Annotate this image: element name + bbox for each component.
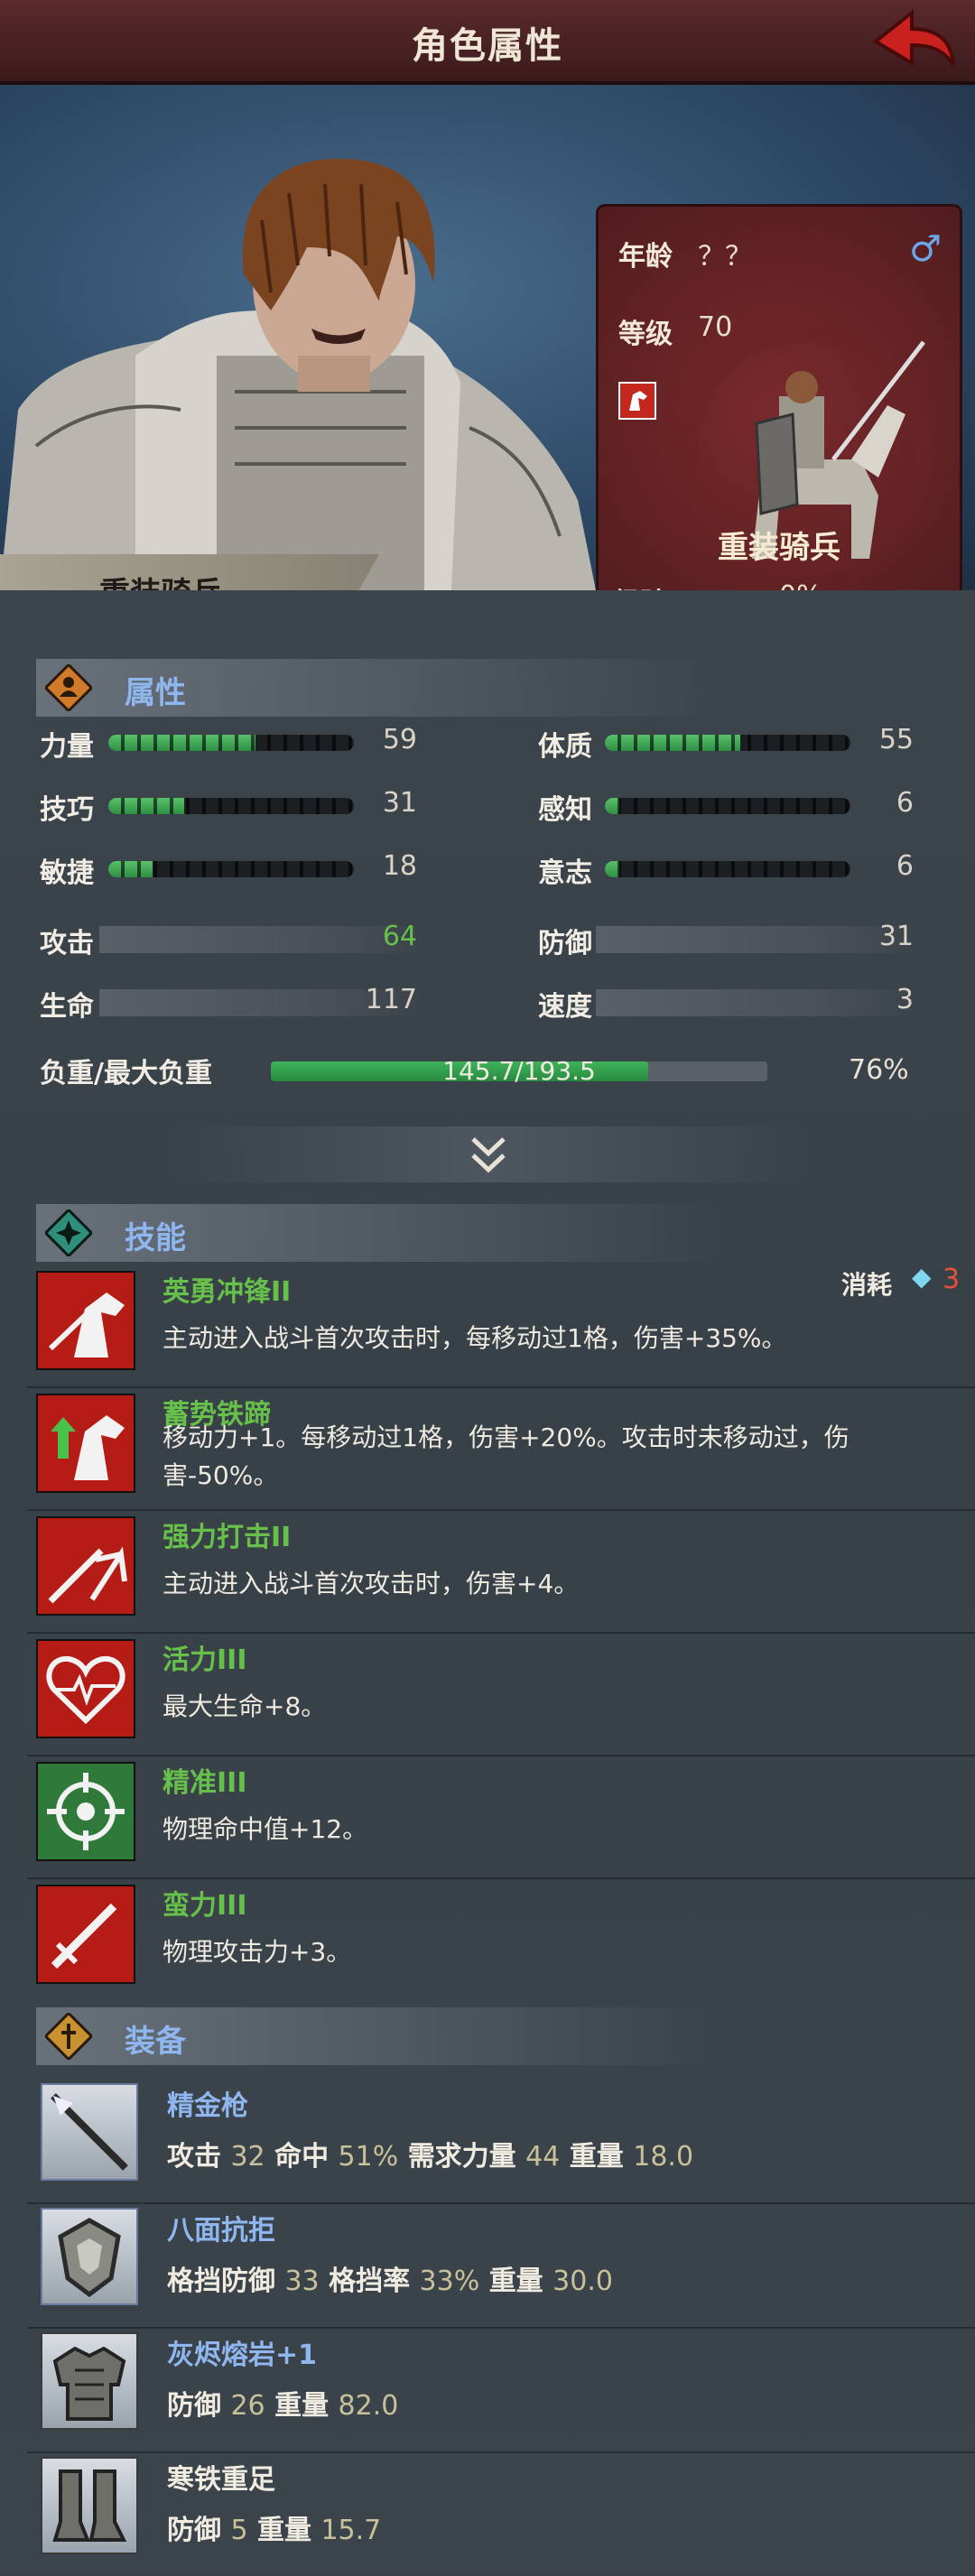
stat-strength-value: 59 xyxy=(382,724,417,755)
equipment-name: 灰烬熔岩+1 xyxy=(167,2340,318,2371)
skill-desc: 主动进入战斗首次攻击时，伤害+4。 xyxy=(162,1569,580,1598)
load-value: 145.7/193.5 xyxy=(442,1056,596,1086)
shield-icon xyxy=(41,2208,138,2305)
stat-constitution-value: 55 xyxy=(878,724,914,755)
equipment-stats: 防御 26 重量 82.0 xyxy=(167,2390,399,2422)
male-gender-icon: ♂ xyxy=(909,228,942,270)
stat-agility-value: 18 xyxy=(382,850,417,882)
spear-icon xyxy=(41,2083,138,2181)
skill-name: 强力打击II xyxy=(162,1522,292,1553)
attributes-section-header: 属性 xyxy=(36,659,722,717)
heart-pulse-icon xyxy=(36,1639,135,1738)
stat-constitution-bar xyxy=(605,735,850,751)
expand-button[interactable] xyxy=(172,1126,803,1182)
skill-row[interactable]: 强力打击II 主动进入战斗首次攻击时，伤害+4。 xyxy=(27,1511,975,1634)
stat-skill-value: 31 xyxy=(382,787,417,819)
skill-row[interactable]: 蛮力III 物理攻击力+3。 xyxy=(27,1879,975,2000)
skill-row[interactable]: 活力III 最大生命+8。 xyxy=(27,1634,975,1756)
skill-desc: 移动力+1。每移动过1格，伤害+20%。攻击时未移动过，伤害-50%。 xyxy=(162,1422,850,1490)
skill-row[interactable]: 英勇冲锋II 主动进入战斗首次攻击时，每移动过1格，伤害+35%。 xyxy=(27,1265,975,1388)
equipment-title: 装备 xyxy=(125,2024,186,2060)
skill-name: 精准III xyxy=(162,1767,247,1799)
hp-label: 生命 xyxy=(40,991,94,1023)
stat-will-bar xyxy=(605,861,850,877)
skills-section-header: 技能 xyxy=(36,1204,722,1262)
stats-panel: 属性 力量 59 技巧 31 敏捷 18 体质 55 感知 6 意志 6 攻击 … xyxy=(0,590,975,2571)
equipment-stats: 攻击 32 命中 51% 需求力量 44 重量 18.0 xyxy=(167,2141,694,2173)
stat-skill-label: 技巧 xyxy=(40,794,94,826)
attack-value: 64 xyxy=(382,921,417,952)
skill-row[interactable]: 精准III 物理命中值+12。 xyxy=(27,1756,975,1879)
skill-name: 英勇冲锋II xyxy=(162,1276,292,1308)
stat-perception-bar xyxy=(605,798,850,814)
defense-label: 防御 xyxy=(538,928,592,959)
level-label: 等级 xyxy=(618,319,673,350)
equipment-row[interactable]: 灰烬熔岩+1 防御 26 重量 82.0 xyxy=(27,2327,975,2453)
page-title: 角色属性 xyxy=(412,25,563,67)
skill-name: 蛮力III xyxy=(162,1890,247,1922)
load-label: 负重/最大负重 xyxy=(40,1058,212,1089)
load-bar: 145.7/193.5 xyxy=(271,1056,767,1086)
top-bar: 角色属性 xyxy=(0,0,975,85)
speed-value: 3 xyxy=(896,984,914,1015)
skill-name: 活力III xyxy=(162,1645,247,1676)
character-portrait xyxy=(0,158,596,590)
equipment-stats: 格挡防御 33 格挡率 33% 重量 30.0 xyxy=(167,2266,613,2297)
defense-value: 31 xyxy=(878,921,914,952)
stat-perception-label: 感知 xyxy=(538,794,592,826)
equipment-row[interactable]: 寒铁重足 防御 5 重量 15.7 xyxy=(27,2451,975,2576)
skill-desc: 最大生命+8。 xyxy=(162,1691,327,1721)
equipment-name: 精金枪 xyxy=(167,2090,248,2122)
hp-value: 117 xyxy=(365,984,417,1015)
equipment-row[interactable]: 八面抗拒 格挡防御 33 格挡率 33% 重量 30.0 xyxy=(27,2202,975,2329)
stat-agility-label: 敏捷 xyxy=(40,857,94,889)
stat-strength-bar xyxy=(108,735,354,751)
attributes-title: 属性 xyxy=(125,675,186,711)
stat-will-value: 6 xyxy=(896,850,914,882)
armor-icon xyxy=(41,2332,138,2430)
equipment-name: 八面抗拒 xyxy=(167,2215,275,2247)
power-strike-icon xyxy=(36,1516,135,1616)
stat-agility-bar xyxy=(108,861,354,877)
equipment-stats: 防御 5 重量 15.7 xyxy=(167,2515,382,2546)
hoof-up-arrow-icon xyxy=(36,1394,135,1493)
speed-label: 速度 xyxy=(538,991,592,1023)
dagger-emblem-icon xyxy=(45,2013,92,2060)
crosshair-icon xyxy=(36,1762,135,1861)
unit-name: 重装骑兵 xyxy=(718,530,840,566)
stat-strength-label: 力量 xyxy=(40,731,94,763)
skill-desc: 物理攻击力+3。 xyxy=(162,1937,352,1967)
skill-row[interactable]: 蓄势铁蹄 移动力+1。每移动过1格，伤害+20%。攻击时未移动过，伤害-50%。 xyxy=(27,1388,975,1511)
charge-sword-horse-icon xyxy=(36,1271,135,1370)
hero-panel: 重装骑兵 年龄 ？？ ♂ 等级 70 重装骑兵 经验 0% xyxy=(0,85,975,672)
stat-will-label: 意志 xyxy=(538,857,592,889)
star-emblem-icon xyxy=(45,1209,92,1256)
equipment-name: 寒铁重足 xyxy=(167,2464,275,2496)
stat-skill-bar xyxy=(108,798,354,814)
person-emblem-icon xyxy=(45,664,92,711)
sword-icon xyxy=(36,1885,135,1984)
stat-constitution-label: 体质 xyxy=(538,731,592,763)
skill-desc: 主动进入战斗首次攻击时，每移动过1格，伤害+35%。 xyxy=(162,1323,787,1353)
equipment-section-header: 装备 xyxy=(36,2007,722,2065)
equipment-row[interactable]: 精金枪 攻击 32 命中 51% 需求力量 44 重量 18.0 xyxy=(27,2078,975,2204)
load-percent: 76% xyxy=(849,1054,909,1086)
attack-label: 攻击 xyxy=(40,928,94,959)
skills-title: 技能 xyxy=(125,1220,186,1256)
age-label: 年龄 xyxy=(618,241,673,273)
skill-desc: 物理命中值+12。 xyxy=(162,1814,368,1844)
stat-perception-value: 6 xyxy=(896,787,914,819)
age-value: ？？ xyxy=(698,241,752,273)
horse-class-icon xyxy=(618,382,656,420)
chevron-down-icon xyxy=(471,1137,506,1173)
back-arrow-icon[interactable] xyxy=(868,5,959,76)
boots-icon xyxy=(41,2457,138,2554)
